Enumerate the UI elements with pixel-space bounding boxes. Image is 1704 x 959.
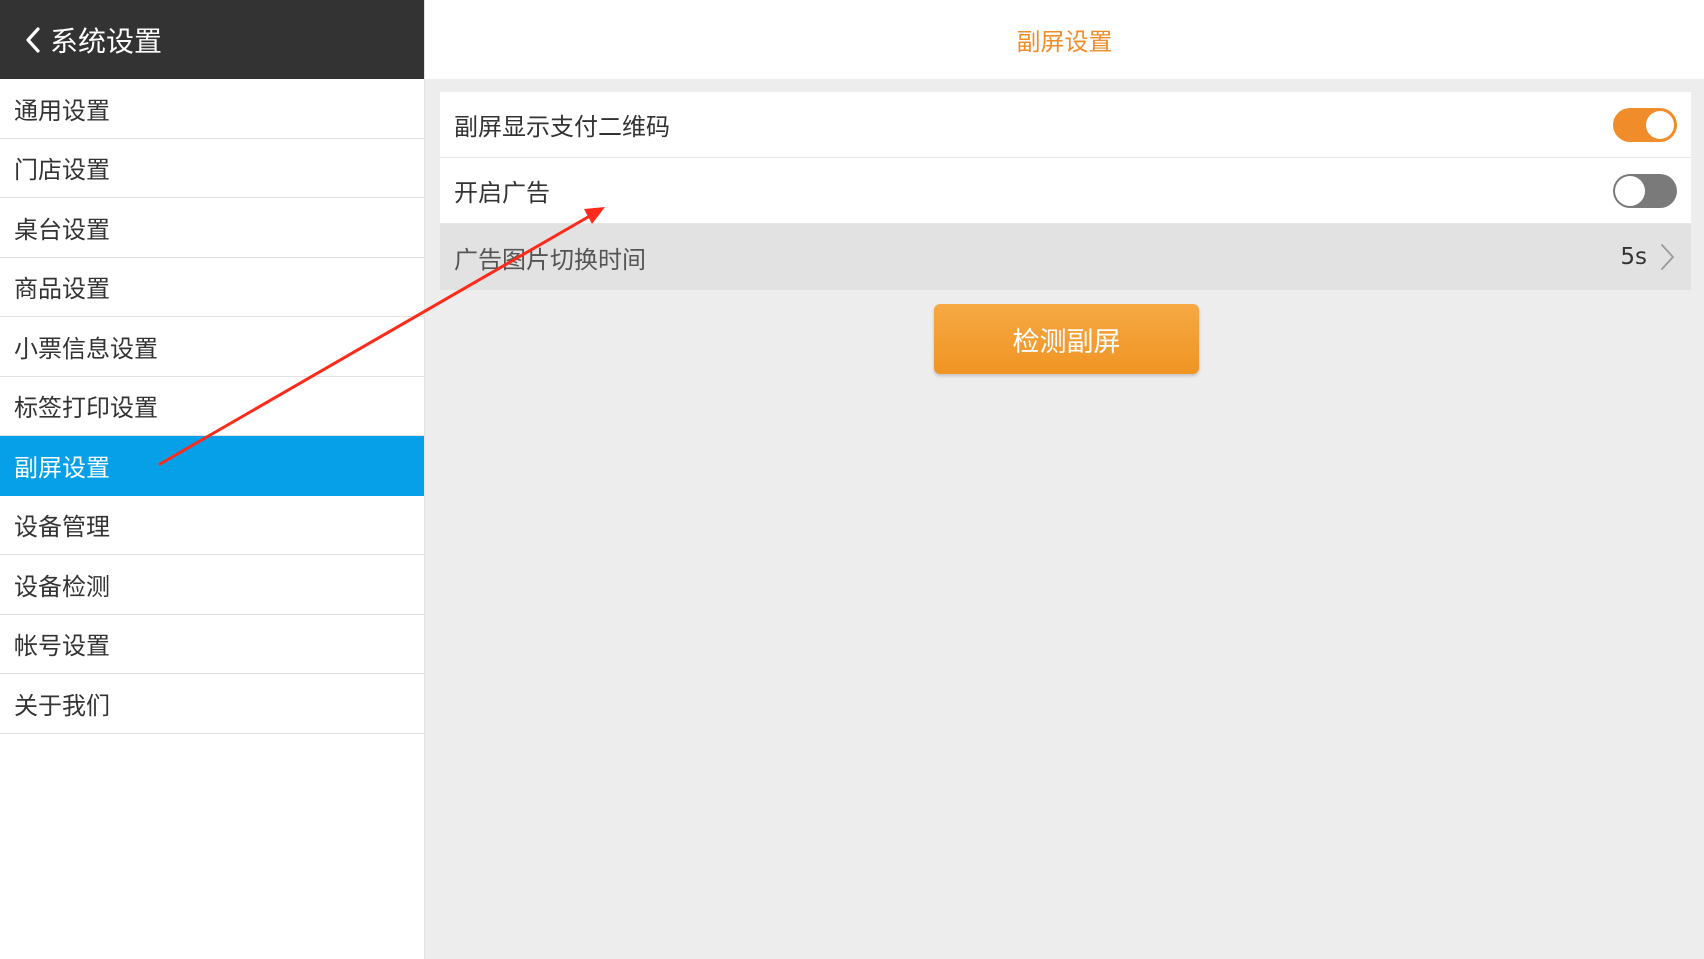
setting-row-show-pay-qr: 副屏显示支付二维码	[440, 92, 1691, 158]
sidebar-title: 系统设置	[50, 24, 163, 58]
setting-label: 副屏显示支付二维码	[454, 113, 670, 141]
settings-menu: 通用设置 门店设置 桌台设置 商品设置 小票信息设置 标签打印设置 副屏设置 设…	[0, 79, 424, 734]
sidebar-item-secondary-screen[interactable]: 副屏设置	[0, 436, 424, 496]
sidebar-item-products[interactable]: 商品设置	[0, 258, 424, 317]
sidebar-item-store[interactable]: 门店设置	[0, 139, 424, 198]
settings-list: 副屏显示支付二维码 开启广告 广告图片切换时间 5s	[440, 92, 1691, 290]
sidebar-item-general[interactable]: 通用设置	[0, 79, 424, 139]
ad-interval-value: 5s	[1620, 244, 1647, 270]
sidebar-item-device-management[interactable]: 设备管理	[0, 496, 424, 555]
main-panel: 副屏设置 副屏显示支付二维码 开启广告 广告图片切换时间 5s 检测副屏	[425, 0, 1704, 959]
main-header: 副屏设置	[425, 0, 1704, 79]
setting-row-ad-interval[interactable]: 广告图片切换时间 5s	[440, 224, 1691, 290]
detect-secondary-screen-button[interactable]: 检测副屏	[934, 304, 1199, 374]
sidebar: 系统设置 通用设置 门店设置 桌台设置 商品设置 小票信息设置 标签打印设置 副…	[0, 0, 425, 959]
app-root: 系统设置 通用设置 门店设置 桌台设置 商品设置 小票信息设置 标签打印设置 副…	[0, 0, 1704, 959]
back-button[interactable]: 系统设置	[0, 0, 424, 79]
chevron-right-icon	[1659, 242, 1677, 272]
chevron-left-icon	[24, 25, 46, 55]
setting-label: 开启广告	[454, 179, 550, 207]
sidebar-item-account[interactable]: 帐号设置	[0, 615, 424, 674]
toggle-knob	[1615, 175, 1645, 206]
setting-row-enable-ads: 开启广告	[440, 158, 1691, 224]
sidebar-item-label-print[interactable]: 标签打印设置	[0, 377, 424, 436]
show-pay-qr-toggle[interactable]	[1613, 107, 1677, 142]
toggle-knob	[1646, 110, 1674, 139]
setting-label: 广告图片切换时间	[454, 245, 646, 274]
sidebar-item-about[interactable]: 关于我们	[0, 674, 424, 734]
sidebar-item-receipt[interactable]: 小票信息设置	[0, 317, 424, 377]
page-title: 副屏设置	[1016, 28, 1113, 56]
ad-interval-selector[interactable]: 5s	[1620, 242, 1677, 272]
enable-ads-toggle[interactable]	[1613, 173, 1677, 208]
sidebar-item-device-detection[interactable]: 设备检测	[0, 555, 424, 615]
sidebar-item-tables[interactable]: 桌台设置	[0, 198, 424, 258]
